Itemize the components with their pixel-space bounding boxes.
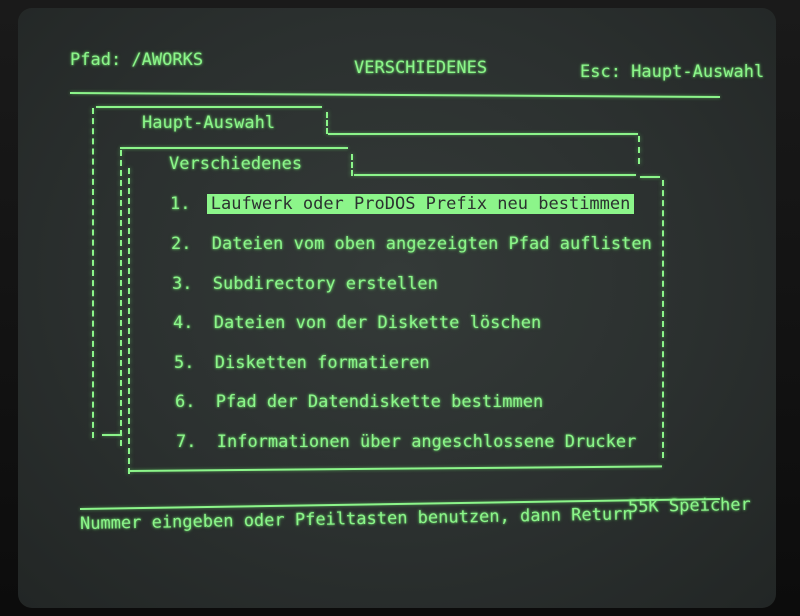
main-window-left-border [92,108,94,438]
memory-indicator: 55K Speicher [627,494,751,517]
path-label: Pfad: /AWORKS [70,50,204,70]
main-window-bottom-stub [102,434,122,436]
menu-item-1[interactable]: 1. Laufwerk oder ProDOS Prefix neu besti… [170,194,635,214]
header-divider [69,92,720,98]
crt-screen: Pfad: /AWORKS VERSCHIEDENES Esc: Haupt-A… [18,8,776,608]
sub-window-outer-left-border [120,150,122,446]
sub-window-tab-right [351,154,353,176]
menu-item-number: 5. [174,353,195,373]
sub-window-left-border [128,168,130,474]
menu-item-5[interactable]: 5. Disketten formatieren [174,353,430,373]
menu-item-number: 6. [175,392,196,412]
menu-item-number: 4. [173,313,194,333]
menu-item-3[interactable]: 3. Subdirectory erstellen [172,274,438,294]
menu-item-number: 7. [176,432,197,452]
menu-item-label: Pfad der Datendiskette bestimmen [215,392,544,412]
menu-item-label: Dateien vom oben angezeigten Pfad auflis… [211,234,652,254]
sub-window-tab-top [120,147,348,149]
menu-item-label: Informationen über angeschlossene Drucke… [216,432,637,452]
sub-window-title: Verschiedenes [169,154,303,174]
menu-item-6[interactable]: 6. Pfad der Datendiskette bestimmen [175,392,543,412]
footer-hint: Nummer eingeben oder Pfeiltasten benutze… [79,504,633,534]
menu-item-number: 1. [170,194,191,214]
main-window-right-border [638,136,640,164]
menu-item-number: 2. [171,234,192,254]
main-window-tab-right [326,112,328,134]
menu-item-number: 3. [172,274,193,294]
menu-item-label-selected: Laufwerk oder ProDOS Prefix neu bestimme… [206,194,635,214]
main-window-tab-top [96,106,322,108]
main-window-top-border [328,133,638,135]
sub-window-top-corner [640,176,660,178]
screen-title: VERSCHIEDENES [354,58,488,78]
menu-item-label: Subdirectory erstellen [212,274,438,294]
sub-window-top-border [354,174,636,176]
escape-hint[interactable]: Esc: Haupt-Auswahl [580,62,764,82]
sub-window-right-border [662,180,664,458]
menu-item-label: Dateien von der Diskette löschen [213,313,542,333]
menu-item-label: Disketten formatieren [214,353,430,373]
main-window-title: Haupt-Auswahl [142,113,276,133]
sub-window-bottom-border [129,465,662,472]
menu-item-4[interactable]: 4. Dateien von der Diskette löschen [173,313,541,333]
menu-item-7[interactable]: 7. Informationen über angeschlossene Dru… [176,432,636,452]
menu-item-2[interactable]: 2. Dateien vom oben angezeigten Pfad auf… [171,234,652,254]
